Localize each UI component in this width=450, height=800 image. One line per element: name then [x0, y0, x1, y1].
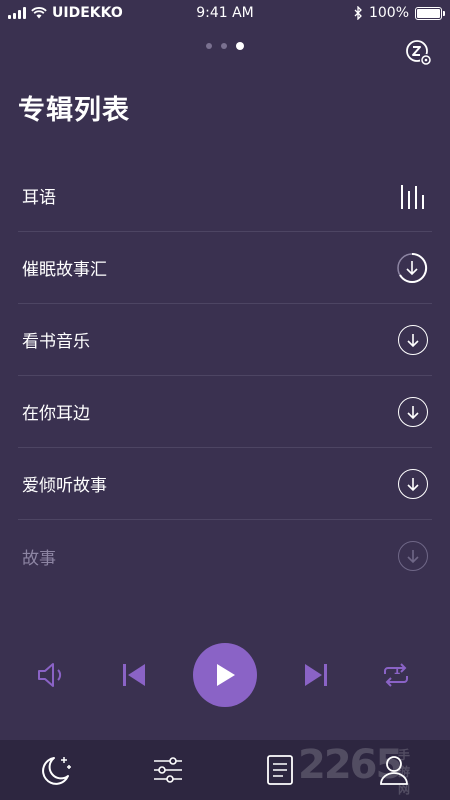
- equalizer-bars-icon: [401, 184, 424, 209]
- sleep-settings-icon: [406, 40, 432, 66]
- wifi-icon: [31, 7, 47, 19]
- status-left: UIDEKKO: [8, 5, 123, 21]
- album-row[interactable]: 催眠故事汇: [18, 232, 432, 304]
- speaker-icon: [38, 663, 62, 687]
- signal-strength-icon: [8, 7, 26, 19]
- sleep-settings-button[interactable]: [404, 38, 434, 68]
- next-button[interactable]: [294, 640, 338, 710]
- download-icon[interactable]: [398, 541, 428, 571]
- download-icon[interactable]: [398, 324, 428, 355]
- album-list: 耳语 催眠故事汇 看书音乐 在你耳边 爱倾听故事 故事: [18, 160, 432, 592]
- play-control[interactable]: [193, 640, 257, 710]
- album-name: 看书音乐: [22, 332, 90, 352]
- album-name: 耳语: [22, 188, 56, 208]
- play-icon: [217, 664, 235, 686]
- page-dot[interactable]: [221, 43, 227, 49]
- download-icon[interactable]: [398, 468, 428, 499]
- album-row[interactable]: 看书音乐: [18, 304, 432, 376]
- status-bar: UIDEKKO 9:41 AM 100%: [0, 0, 450, 26]
- album-row[interactable]: 耳语: [18, 160, 432, 232]
- skip-previous-icon: [123, 664, 145, 686]
- album-row[interactable]: 故事: [18, 520, 432, 592]
- watermark-suffix: 手游网: [398, 748, 411, 796]
- player-controls: [0, 640, 450, 710]
- watermark: 2265 手游网: [298, 742, 410, 796]
- album-row[interactable]: 爱倾听故事: [18, 448, 432, 520]
- status-right: 100%: [354, 5, 445, 21]
- repeat-count: 1: [393, 666, 401, 677]
- skip-next-icon: [305, 664, 327, 686]
- download-icon[interactable]: [398, 396, 428, 427]
- tab-mixer[interactable]: [138, 740, 198, 800]
- previous-button[interactable]: [112, 640, 156, 710]
- album-name: 催眠故事汇: [22, 260, 107, 280]
- album-row[interactable]: 在你耳边: [18, 376, 432, 448]
- album-name: 爱倾听故事: [22, 476, 107, 496]
- watermark-brand: 2265: [298, 742, 403, 788]
- album-name: 故事: [22, 548, 56, 569]
- volume-button[interactable]: [30, 640, 74, 710]
- carrier-name: UIDEKKO: [52, 5, 123, 21]
- battery-icon: [415, 6, 445, 20]
- battery-percent: 100%: [368, 5, 409, 21]
- sliders-icon: [154, 757, 182, 783]
- document-list-icon: [267, 755, 293, 785]
- page-dot-active[interactable]: [236, 42, 244, 50]
- page-dot[interactable]: [206, 43, 212, 49]
- tab-sleep[interactable]: [26, 740, 86, 800]
- download-progress-icon[interactable]: [396, 252, 428, 284]
- moon-stars-icon: [42, 757, 71, 785]
- bluetooth-icon: [354, 6, 362, 20]
- page-title: 专辑列表: [18, 95, 130, 126]
- play-button[interactable]: [193, 643, 257, 707]
- album-name: 在你耳边: [22, 404, 90, 424]
- page-indicator[interactable]: [0, 42, 450, 50]
